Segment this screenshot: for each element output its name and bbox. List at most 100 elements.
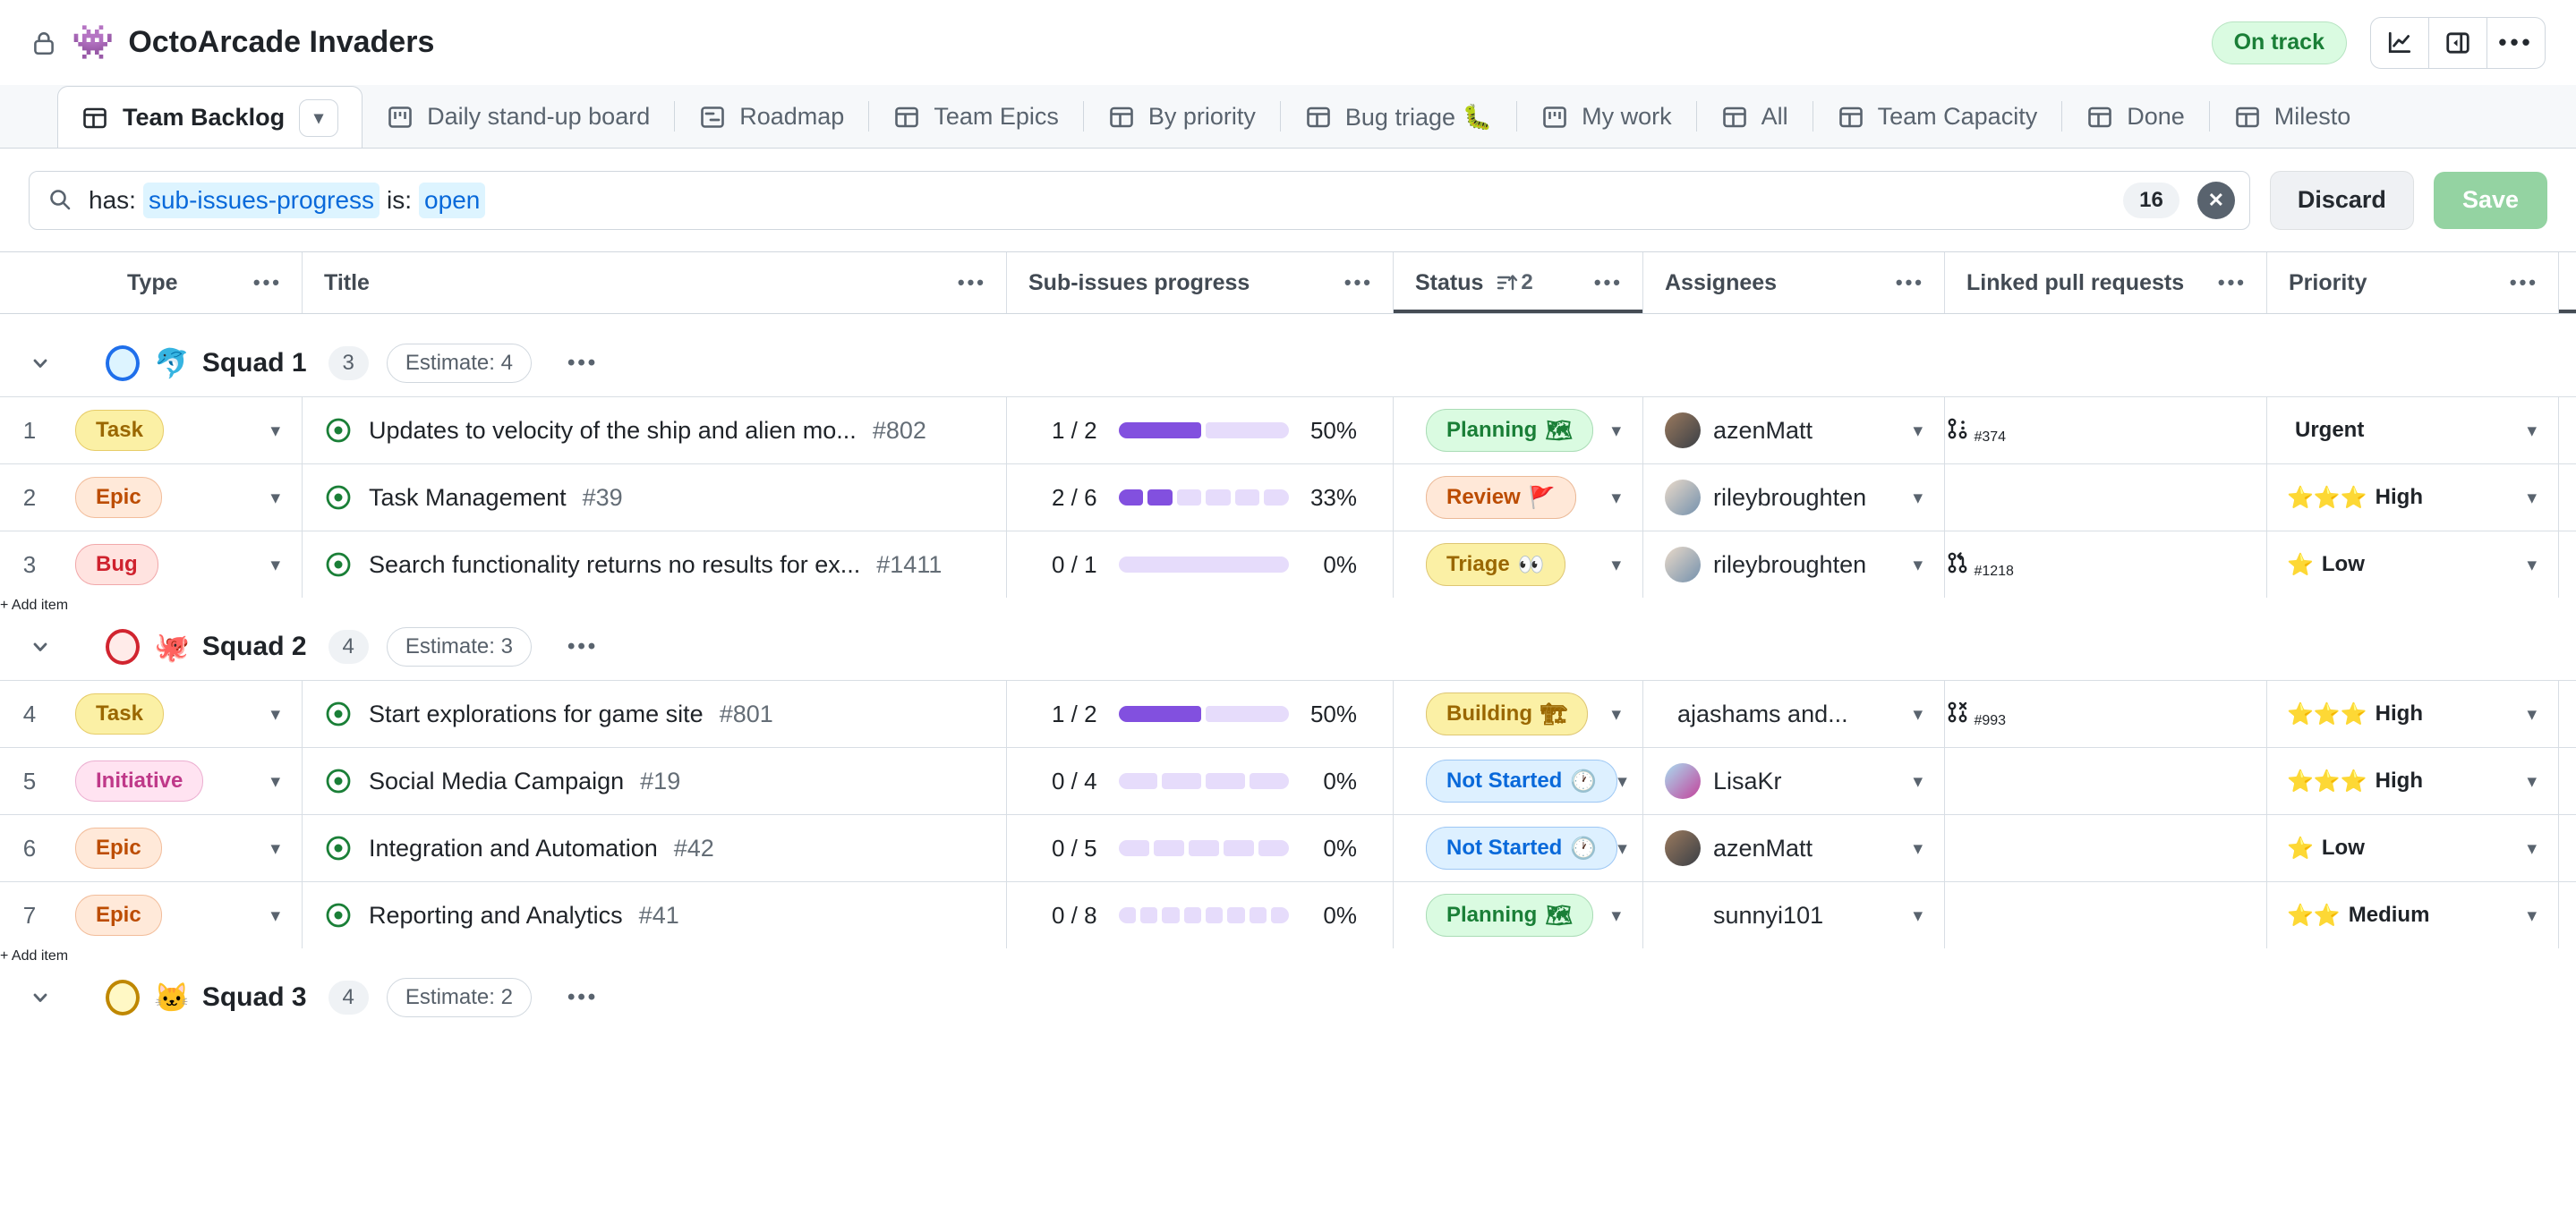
kebab-icon[interactable]: ••• — [567, 634, 598, 659]
save-button[interactable]: Save — [2434, 172, 2547, 229]
priority-badge[interactable]: ⭐⭐⭐High — [2267, 693, 2443, 735]
status-badge[interactable]: Not Started🕐 — [1426, 827, 1617, 870]
discard-button[interactable]: Discard — [2270, 171, 2414, 230]
status-badge[interactable]: Review🚩 — [1426, 476, 1576, 519]
type-badge[interactable]: Epic — [75, 828, 162, 869]
chevron-down-icon[interactable]: ▾ — [1617, 837, 1627, 860]
chevron-down-icon[interactable]: ▾ — [1913, 905, 1923, 927]
avatar[interactable] — [1665, 480, 1701, 515]
column-header-progress[interactable]: Sub-issues progress ••• — [1007, 252, 1394, 313]
avatar[interactable] — [1665, 412, 1701, 448]
chevron-down-icon[interactable]: ▾ — [1913, 554, 1923, 576]
chevron-down-icon[interactable]: ▾ — [270, 770, 280, 793]
chevron-down-icon[interactable]: ▾ — [270, 420, 280, 442]
chevron-down-icon[interactable]: ▾ — [270, 905, 280, 927]
priority-badge[interactable]: ⭐Low — [2267, 544, 2384, 585]
title-cell[interactable]: Task Management #39 — [303, 464, 1007, 531]
column-header-title[interactable]: Title ••• — [303, 252, 1007, 313]
status-badge[interactable]: Triage👀 — [1426, 543, 1565, 586]
tab-team-epics[interactable]: Team Epics — [869, 86, 1083, 148]
column-menu-icon[interactable]: ••• — [253, 271, 282, 294]
column-menu-icon[interactable]: ••• — [2218, 271, 2247, 294]
assignee-name[interactable]: LisaKr — [1713, 768, 1782, 795]
chevron-down-icon[interactable]: ▾ — [2527, 770, 2537, 793]
type-badge[interactable]: Initiative — [75, 760, 203, 802]
chevron-down-icon[interactable]: ▾ — [1611, 487, 1621, 509]
title-cell[interactable]: Reporting and Analytics #41 — [303, 882, 1007, 948]
priority-badge[interactable]: ⭐⭐⭐High — [2267, 760, 2443, 802]
title-cell[interactable]: Start explorations for game site #801 — [303, 681, 1007, 747]
chevron-down-icon[interactable]: ▾ — [1913, 420, 1923, 442]
chevron-down-icon[interactable]: ▾ — [270, 554, 280, 576]
side-panel-button[interactable] — [2428, 18, 2486, 68]
title-cell[interactable]: Search functionality returns no results … — [303, 531, 1007, 598]
chevron-down-icon[interactable]: ▾ — [270, 487, 280, 509]
kebab-menu-button[interactable]: ••• — [2486, 18, 2545, 68]
chevron-down-icon[interactable]: ▾ — [1913, 703, 1923, 726]
add-item-button[interactable]: + Add item — [0, 948, 2576, 964]
chevron-down-icon[interactable]: ▾ — [2527, 420, 2537, 442]
assignee-name[interactable]: rileybroughten — [1713, 484, 1866, 512]
column-header-assignees[interactable]: Assignees ••• — [1643, 252, 1945, 313]
pr-link[interactable]: #1218 — [1945, 550, 2014, 580]
column-menu-icon[interactable]: ••• — [2510, 271, 2538, 294]
status-badge[interactable]: Planning🗺 — [1426, 409, 1593, 452]
avatar[interactable] — [1665, 830, 1701, 866]
type-badge[interactable]: Epic — [75, 895, 162, 936]
tab-options-button[interactable]: ▾ — [299, 99, 338, 137]
tab-team-capacity[interactable]: Team Capacity — [1813, 86, 2062, 148]
chevron-down-icon[interactable]: ▾ — [1611, 703, 1621, 726]
tab-done[interactable]: Done — [2062, 86, 2209, 148]
chevron-down-icon[interactable]: ▾ — [270, 837, 280, 860]
type-badge[interactable]: Task — [75, 693, 164, 735]
column-menu-icon[interactable]: ••• — [958, 271, 986, 294]
title-cell[interactable]: Updates to velocity of the ship and alie… — [303, 397, 1007, 463]
chevron-down-icon[interactable] — [27, 984, 54, 1011]
assignee-name[interactable]: azenMatt — [1713, 835, 1813, 862]
chevron-down-icon[interactable]: ▾ — [1913, 837, 1923, 860]
chevron-down-icon[interactable]: ▾ — [1913, 487, 1923, 509]
tab-by-priority[interactable]: By priority — [1084, 86, 1280, 148]
chevron-down-icon[interactable] — [27, 633, 54, 660]
chevron-down-icon[interactable]: ▾ — [2527, 905, 2537, 927]
chevron-down-icon[interactable]: ▾ — [2527, 554, 2537, 576]
filter-input[interactable]: has: sub-issues-progress is: open 16 ✕ — [29, 171, 2250, 230]
chevron-down-icon[interactable]: ▾ — [2527, 837, 2537, 860]
tab-bug-triage[interactable]: Bug triage 🐛 — [1281, 86, 1516, 148]
chevron-down-icon[interactable]: ▾ — [2527, 487, 2537, 509]
column-menu-icon[interactable]: ••• — [1344, 271, 1373, 294]
kebab-icon[interactable]: ••• — [567, 985, 598, 1010]
column-header-type[interactable]: Type ••• — [0, 252, 303, 313]
insights-button[interactable] — [2371, 18, 2428, 68]
tab-team-backlog[interactable]: Team Backlog ▾ — [57, 86, 363, 149]
avatar[interactable] — [1665, 763, 1701, 799]
column-header-status[interactable]: Status 2 ••• — [1394, 252, 1643, 313]
pr-link[interactable]: #993 — [1945, 700, 2006, 729]
priority-badge[interactable]: Urgent — [2267, 410, 2384, 451]
type-badge[interactable]: Task — [75, 410, 164, 451]
type-badge[interactable]: Epic — [75, 477, 162, 518]
chevron-down-icon[interactable]: ▾ — [1611, 905, 1621, 927]
status-badge[interactable]: Planning🗺 — [1426, 894, 1593, 937]
title-cell[interactable]: Integration and Automation #42 — [303, 815, 1007, 881]
add-item-button[interactable]: + Add item — [0, 598, 2576, 614]
column-menu-icon[interactable]: ••• — [1896, 271, 1924, 294]
assignee-name[interactable]: rileybroughten — [1713, 551, 1866, 579]
priority-badge[interactable]: ⭐Low — [2267, 828, 2384, 869]
title-cell[interactable]: Social Media Campaign #19 — [303, 748, 1007, 814]
avatar[interactable] — [1665, 547, 1701, 582]
column-header-linked-prs[interactable]: Linked pull requests ••• — [1945, 252, 2267, 313]
clear-filter-button[interactable]: ✕ — [2197, 182, 2235, 219]
chevron-down-icon[interactable]: ▾ — [1913, 770, 1923, 793]
priority-badge[interactable]: ⭐⭐⭐High — [2267, 477, 2443, 518]
chevron-down-icon[interactable]: ▾ — [2527, 703, 2537, 726]
tab-daily-standup-board[interactable]: Daily stand-up board — [363, 86, 674, 148]
column-header-clipped[interactable] — [2559, 252, 2576, 313]
assignee-name[interactable]: sunnyi101 — [1713, 902, 1823, 930]
tab-milestones[interactable]: Milesto — [2210, 86, 2376, 148]
priority-badge[interactable]: ⭐⭐Medium — [2267, 895, 2449, 936]
chevron-down-icon[interactable]: ▾ — [1611, 420, 1621, 442]
tab-all[interactable]: All — [1697, 86, 1813, 148]
tab-my-work[interactable]: My work — [1517, 86, 1696, 148]
assignee-name[interactable]: ajashams and... — [1677, 701, 1848, 728]
